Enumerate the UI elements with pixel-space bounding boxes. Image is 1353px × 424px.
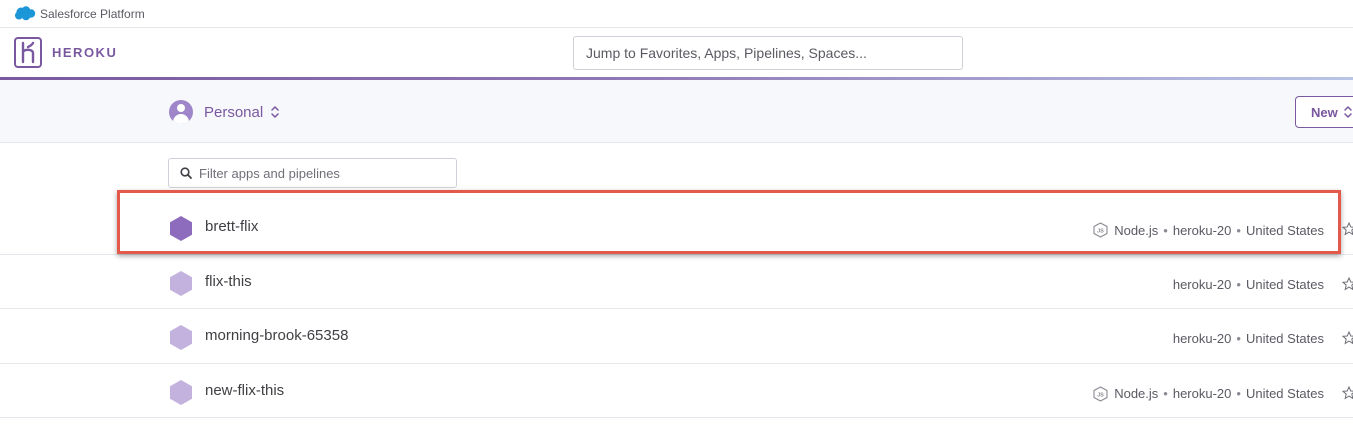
- app-name[interactable]: flix-this: [205, 273, 252, 290]
- app-meta: JS Node.js • heroku-20 • United States: [1093, 222, 1324, 238]
- hexagon-app-icon: [170, 216, 192, 241]
- heroku-header: HEROKU: [0, 28, 1353, 78]
- hexagon-app-icon: [170, 270, 192, 296]
- app-row[interactable]: morning-brook-65358 heroku-20 • United S…: [0, 309, 1353, 364]
- app-region: United States: [1245, 331, 1324, 346]
- star-icon[interactable]: [1342, 331, 1353, 345]
- search-icon: [180, 167, 192, 179]
- meta-separator: •: [1163, 222, 1168, 238]
- heroku-wordmark: HEROKU: [52, 45, 118, 60]
- new-button-label: New: [1311, 104, 1338, 120]
- app-stack: heroku-20: [1172, 386, 1232, 401]
- app-list: brett-flix JS Node.js • heroku-20 • Unit…: [0, 200, 1353, 418]
- up-down-chevron-icon: [271, 106, 279, 118]
- nodejs-icon: JS: [1093, 222, 1108, 238]
- app-region: United States: [1245, 276, 1324, 292]
- user-avatar-icon: [169, 100, 193, 124]
- platform-label: Salesforce Platform: [40, 6, 145, 21]
- app-row[interactable]: flix-this heroku-20 • United States: [0, 255, 1353, 309]
- nodejs-icon: JS: [1093, 385, 1108, 402]
- app-name[interactable]: morning-brook-65358: [205, 327, 348, 344]
- app-meta: JS Node.js • heroku-20 • United States: [1093, 385, 1324, 402]
- heroku-logo-icon: [14, 37, 42, 68]
- hexagon-app-icon: [170, 325, 192, 350]
- app-region: United States: [1245, 222, 1324, 238]
- app-row[interactable]: new-flix-this JS Node.js • heroku-20 • U…: [0, 364, 1353, 418]
- svg-text:JS: JS: [1097, 229, 1104, 235]
- app-region: United States: [1245, 386, 1324, 401]
- meta-separator: •: [1236, 331, 1241, 346]
- app-name[interactable]: new-flix-this: [205, 382, 284, 399]
- svg-text:JS: JS: [1097, 392, 1104, 398]
- app-stack: heroku-20: [1172, 276, 1232, 292]
- app-stack: heroku-20: [1172, 331, 1232, 346]
- app-meta: heroku-20 • United States: [1173, 277, 1324, 292]
- star-icon[interactable]: [1342, 276, 1353, 291]
- filter-apps-input[interactable]: [199, 165, 449, 181]
- meta-separator: •: [1236, 386, 1241, 401]
- star-icon[interactable]: [1342, 222, 1353, 236]
- app-stack: heroku-20: [1172, 222, 1232, 238]
- meta-separator: •: [1236, 222, 1241, 238]
- heroku-logo[interactable]: HEROKU: [14, 37, 117, 68]
- team-bar: Personal New: [0, 80, 1353, 143]
- filter-field[interactable]: [168, 158, 457, 188]
- up-down-chevron-icon: [1343, 106, 1352, 118]
- new-button[interactable]: New: [1295, 96, 1353, 128]
- app-name[interactable]: brett-flix: [205, 218, 258, 235]
- meta-separator: •: [1163, 386, 1168, 401]
- salesforce-cloud-icon: [15, 6, 36, 21]
- meta-separator: •: [1236, 276, 1241, 292]
- team-switcher[interactable]: Personal: [169, 100, 280, 124]
- salesforce-platform-bar: Salesforce Platform: [0, 0, 1353, 28]
- jump-search-input[interactable]: [573, 36, 963, 70]
- app-meta: heroku-20 • United States: [1173, 331, 1324, 346]
- star-icon[interactable]: [1342, 385, 1353, 400]
- app-row[interactable]: brett-flix JS Node.js • heroku-20 • Unit…: [0, 200, 1353, 255]
- app-buildpack: Node.js: [1114, 222, 1159, 238]
- hexagon-app-icon: [170, 379, 192, 405]
- team-name: Personal: [204, 103, 264, 121]
- app-buildpack: Node.js: [1114, 386, 1159, 401]
